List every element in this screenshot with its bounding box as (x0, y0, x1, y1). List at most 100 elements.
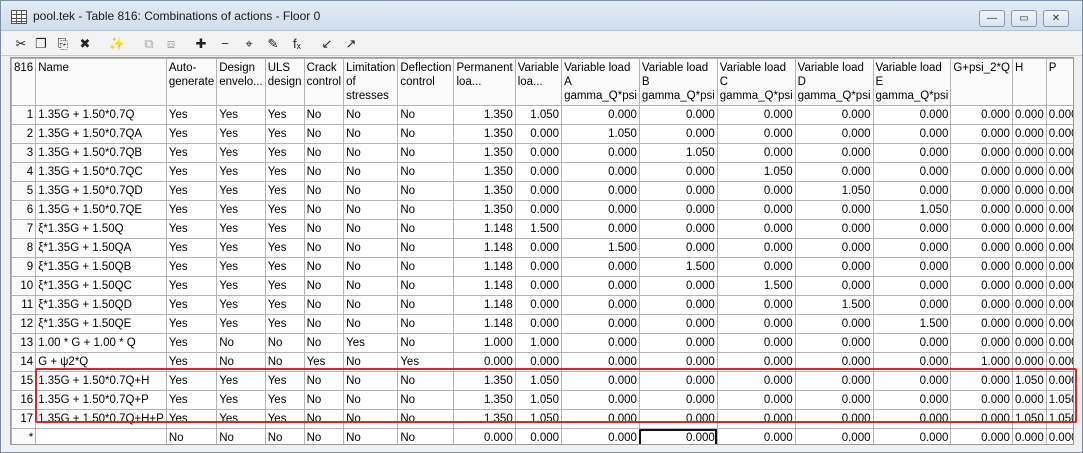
table-cell[interactable]: 0.000 (716, 314, 796, 334)
table-cell[interactable]: 0.000 (950, 200, 1013, 220)
table-cell[interactable]: 0.000 (1045, 105, 1073, 125)
table-cell[interactable]: No (343, 428, 399, 444)
table-cell[interactable]: 1.500 (716, 276, 796, 296)
table-cell[interactable]: 0.000 (514, 276, 563, 296)
table-cell[interactable]: Yes (264, 390, 305, 410)
function-icon[interactable]: fₓ (287, 34, 307, 54)
table-cell[interactable]: Yes (165, 333, 218, 353)
table-cell[interactable]: 0.000 (1045, 314, 1073, 334)
table-cell[interactable]: Yes (165, 314, 218, 334)
table-cell[interactable]: Yes (264, 295, 305, 315)
table-cell[interactable]: 0.000 (1011, 390, 1047, 410)
table-cell[interactable]: 0.000 (872, 428, 952, 444)
table-cell[interactable]: 1.35G + 1.50*0.7QB (35, 143, 167, 163)
table-cell[interactable]: G + ψ2*Q (35, 352, 167, 372)
table-cell[interactable]: Yes (264, 219, 305, 239)
table-cell[interactable]: 1.500 (561, 238, 640, 258)
delete-icon[interactable]: ✖ (75, 34, 95, 54)
table-cell[interactable]: No (343, 143, 399, 163)
table-cell[interactable]: 0.000 (561, 428, 640, 444)
table-cell[interactable]: Yes (216, 371, 266, 391)
table-cell[interactable]: 0.000 (872, 105, 952, 125)
table-cell[interactable]: No (397, 257, 455, 277)
table-cell[interactable]: 0.000 (514, 143, 563, 163)
row-header[interactable]: 5 (11, 181, 37, 201)
table-cell[interactable]: No (397, 409, 455, 429)
row-header[interactable]: 6 (11, 200, 37, 220)
table-cell[interactable]: 0.000 (638, 371, 718, 391)
row-header[interactable]: * (11, 428, 37, 444)
table-cell[interactable]: 1.050 (1045, 409, 1073, 429)
table-cell[interactable]: No (303, 276, 345, 296)
table-cell[interactable]: Yes (216, 238, 266, 258)
table-cell[interactable]: No (397, 124, 455, 144)
table-cell[interactable]: Yes (264, 371, 305, 391)
table-cell[interactable]: No (343, 295, 399, 315)
table-cell[interactable]: Yes (264, 238, 305, 258)
table-row[interactable]: 8 ξ*1.35G + 1.50QA Yes Yes Yes No No No 1.148 0.0… (11, 238, 1073, 258)
import-icon[interactable]: ↙ (317, 34, 337, 54)
table-cell[interactable]: 1.500 (794, 295, 874, 315)
table-cell[interactable]: Yes (216, 181, 266, 201)
table-cell[interactable]: 1.050 (514, 409, 563, 429)
table-cell[interactable]: 1.35G + 1.50*0.7Q+H+P (35, 409, 167, 429)
table-cell[interactable]: No (303, 314, 345, 334)
table-cell[interactable]: Yes (264, 200, 305, 220)
table-cell[interactable]: 0.000 (1011, 200, 1047, 220)
table-cell[interactable]: 0.000 (638, 105, 718, 125)
table-cell[interactable]: No (303, 257, 345, 277)
row-header[interactable]: 17 (11, 409, 37, 429)
table-cell[interactable]: 0.000 (794, 333, 874, 353)
table-cell[interactable]: No (343, 409, 399, 429)
table-cell[interactable]: No (397, 181, 455, 201)
table-cell[interactable]: 1.35G + 1.50*0.7QE (35, 200, 167, 220)
table-cell[interactable]: 0.000 (872, 238, 952, 258)
table-cell[interactable]: 0.000 (872, 181, 952, 201)
row-header[interactable]: 12 (11, 314, 37, 334)
table-cell[interactable]: 0.000 (794, 219, 874, 239)
table-cell[interactable]: 1.148 (453, 295, 516, 315)
column-header[interactable]: P (1045, 58, 1073, 106)
table-cell[interactable]: 0.000 (872, 162, 952, 182)
table-cell[interactable]: 1.350 (453, 200, 516, 220)
table-cell[interactable]: 1.050 (1011, 409, 1047, 429)
table-cell[interactable]: No (343, 257, 399, 277)
table-cell[interactable]: 1.350 (453, 371, 516, 391)
table-cell[interactable]: 0.000 (872, 143, 952, 163)
table-cell[interactable]: No (343, 238, 399, 258)
table-cell[interactable]: Yes (165, 105, 218, 125)
table-cell[interactable]: 0.000 (638, 200, 718, 220)
table-cell[interactable]: 1.148 (453, 238, 516, 258)
table-cell[interactable]: 0.000 (950, 257, 1013, 277)
table-cell[interactable]: 0.000 (514, 257, 563, 277)
table-cell[interactable]: 0.000 (453, 352, 516, 372)
table-cell[interactable]: 1.350 (453, 124, 516, 144)
table-cell[interactable]: 0.000 (716, 200, 796, 220)
table-cell[interactable]: 0.000 (514, 238, 563, 258)
table-cell[interactable]: Yes (397, 352, 455, 372)
table-cell[interactable]: 1.350 (453, 181, 516, 201)
table-row[interactable]: 10 ξ*1.35G + 1.50QC Yes Yes Yes No No No 1.148 0.… (11, 276, 1073, 296)
table-cell[interactable]: Yes (264, 276, 305, 296)
copy-icon[interactable]: ❐ (31, 34, 51, 54)
table-cell[interactable]: Yes (264, 162, 305, 182)
table-cell[interactable]: No (303, 238, 345, 258)
table-cell[interactable]: 0.000 (872, 409, 952, 429)
table-cell[interactable]: 0.000 (872, 257, 952, 277)
table-cell[interactable]: No (343, 352, 399, 372)
table-cell[interactable]: 0.000 (1011, 295, 1047, 315)
table-cell[interactable]: Yes (216, 409, 266, 429)
table-cell[interactable]: 0.000 (716, 238, 796, 258)
row-header[interactable]: 3 (11, 143, 37, 163)
table-cell[interactable]: 0.000 (1045, 200, 1073, 220)
table-row[interactable]: 7 ξ*1.35G + 1.50Q Yes Yes Yes No No No 1.148 1.50… (11, 219, 1073, 239)
table-cell[interactable]: 1.050 (794, 181, 874, 201)
export-icon[interactable]: ↗ (341, 34, 361, 54)
table-cell[interactable]: 0.000 (794, 371, 874, 391)
table-cell[interactable]: Yes (343, 333, 399, 353)
table-cell[interactable]: 0.000 (1045, 352, 1073, 372)
table-cell[interactable]: 0.000 (1045, 295, 1073, 315)
table-cell[interactable]: No (303, 333, 345, 353)
table-row[interactable]: 9 ξ*1.35G + 1.50QB Yes Yes Yes No No No 1.148 0.0… (11, 257, 1073, 277)
table-cell[interactable]: 1.050 (514, 390, 563, 410)
